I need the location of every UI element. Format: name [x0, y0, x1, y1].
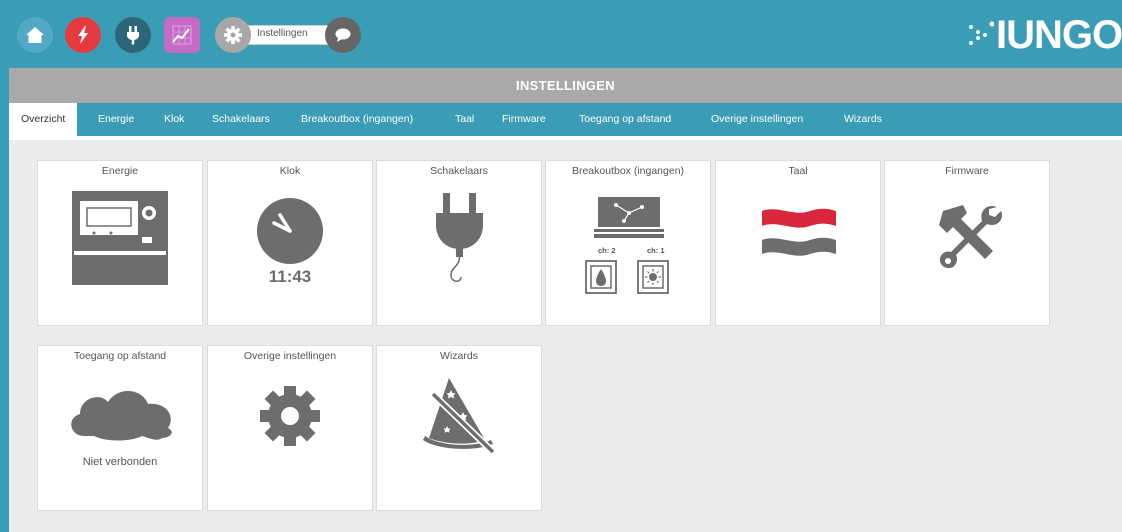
clock-time: 11:43 [268, 267, 312, 286]
settings-label: Instellingen [257, 28, 308, 39]
tab-overzicht[interactable]: Overzicht [9, 103, 78, 136]
chat-button[interactable] [325, 17, 361, 53]
gear-icon [260, 386, 320, 446]
tile-toegang-op-afstand[interactable]: Toegang op afstand Niet verbonden [37, 345, 203, 511]
gear-circle [215, 17, 251, 53]
tab-toegang-op-afstand[interactable]: Toegang op afstand [579, 103, 671, 136]
lightning-icon [78, 26, 88, 44]
plug-icon [436, 193, 483, 282]
tab-energie[interactable]: Energie [98, 103, 134, 136]
settings-button[interactable]: Instellingen [215, 17, 361, 53]
cloud-icon [71, 390, 172, 441]
tile-taal[interactable]: Taal [715, 160, 881, 326]
home-icon [26, 27, 44, 43]
gear-icon [224, 26, 242, 44]
tile-breakoutbox[interactable]: Breakoutbox (ingangen) ch: 2 ch: 1 [545, 160, 711, 326]
tile-title: Overige instellingen [243, 350, 337, 362]
tools-icon [939, 205, 1003, 269]
tab-taal[interactable]: Taal [455, 103, 474, 136]
tile-title: Wizards [440, 350, 478, 362]
tab-klok[interactable]: Klok [164, 103, 184, 136]
tile-title: Taal [788, 165, 808, 177]
tab-overige-instellingen[interactable]: Overige instellingen [711, 103, 803, 136]
tile-title: Breakoutbox (ingangen) [571, 165, 685, 177]
home-button[interactable] [17, 17, 53, 53]
tab-wizards[interactable]: Wizards [844, 103, 882, 136]
tile-schakelaars[interactable]: Schakelaars [376, 160, 542, 326]
top-navigation-bar: Instellingen IUNGO [0, 0, 1122, 68]
tile-firmware[interactable]: Firmware [884, 160, 1050, 326]
tile-wizards[interactable]: Wizards [376, 345, 542, 511]
plug-icon [127, 26, 139, 45]
energy-button[interactable] [65, 17, 101, 53]
tab-bar: Overzicht Energie Klok Schakelaars Break… [9, 103, 1122, 140]
tile-title: Firmware [945, 165, 989, 177]
logo-mark-icon [969, 21, 994, 45]
channel-2-label: ch: 2 [598, 246, 616, 255]
logo-text: IUNGO [996, 12, 1122, 57]
tile-overige-instellingen[interactable]: Overige instellingen [207, 345, 373, 511]
breakoutbox-icon [585, 197, 669, 294]
tile-title: Klok [279, 165, 301, 177]
chart-button[interactable] [164, 17, 200, 53]
tab-firmware[interactable]: Firmware [502, 103, 546, 136]
tab-breakoutbox[interactable]: Breakoutbox (ingangen) [301, 103, 413, 136]
connection-status: Niet verbonden [82, 456, 158, 468]
energy-meter-icon [72, 191, 168, 285]
plug-button[interactable] [115, 17, 151, 53]
tab-schakelaars[interactable]: Schakelaars [212, 103, 270, 136]
chat-icon [335, 28, 351, 42]
iungo-logo: IUNGO [968, 12, 1122, 58]
tile-energie[interactable]: Energie [37, 160, 203, 326]
page-title: INSTELLINGEN [9, 68, 1122, 103]
tile-title: Toegang op afstand [73, 350, 167, 362]
channel-1-label: ch: 1 [647, 246, 665, 255]
flag-icon [762, 208, 836, 256]
chart-icon [172, 25, 192, 45]
wizard-hat-icon [423, 378, 496, 455]
tile-title: Schakelaars [430, 165, 488, 177]
tile-title: Energie [101, 165, 139, 177]
left-edge-strip [0, 68, 9, 532]
tile-klok[interactable]: Klok 11:43 [207, 160, 373, 326]
